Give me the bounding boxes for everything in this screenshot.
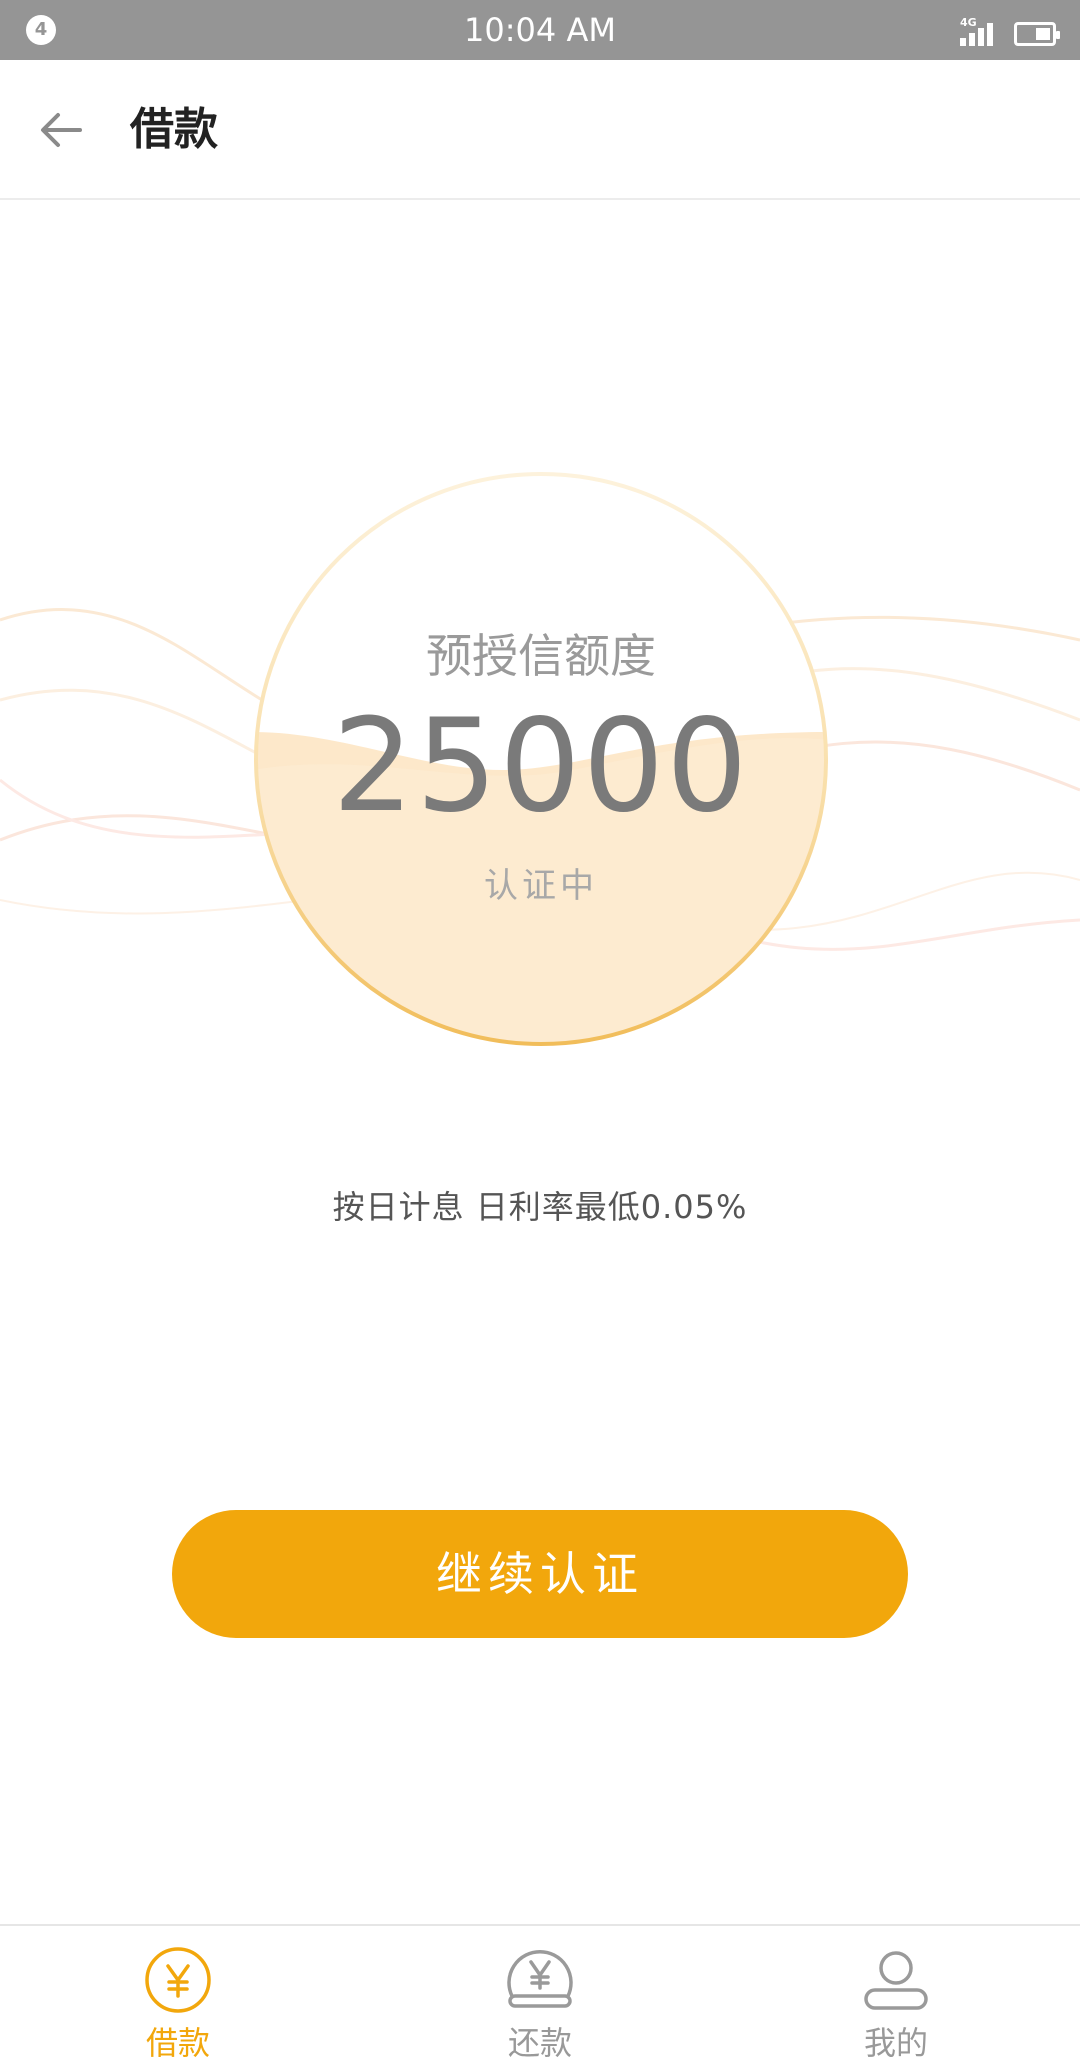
repay-coin-icon [507, 1950, 573, 2008]
network-type: 4G [960, 16, 977, 29]
credit-status: 认证中 [484, 866, 598, 906]
tab-borrow[interactable]: 借款 [78, 1926, 278, 2062]
interest-note: 按日计息 日利率最低0.05% [332, 1188, 748, 1226]
app-bar: 借款 [0, 60, 1080, 200]
tab-repay[interactable]: 还款 [440, 1926, 640, 2062]
status-icons: 4G [960, 14, 1060, 46]
status-time: 10:04 AM [464, 11, 616, 49]
credit-label: 预授信额度 [426, 629, 656, 683]
bottom-tab-bar: 借款 还款 我的 [0, 1924, 1080, 2062]
tab-repay-label: 还款 [507, 2024, 572, 2062]
user-icon [864, 1951, 928, 2010]
continue-verification-button[interactable]: 继续认证 [172, 1510, 908, 1638]
yuan-coin-icon [145, 1947, 211, 2013]
page-title: 借款 [130, 104, 218, 155]
tab-mine[interactable]: 我的 [796, 1926, 996, 2062]
signal-icon: 4G [960, 16, 1000, 46]
credit-info: 预授信额度 25000 认证中 [252, 470, 830, 1048]
tab-mine-label: 我的 [863, 2024, 928, 2062]
back-button[interactable] [30, 100, 90, 160]
status-bar: 4 10:04 AM 4G [0, 0, 1080, 60]
battery-icon [1014, 22, 1060, 46]
credit-amount: 25000 [332, 692, 750, 841]
back-arrow-icon [41, 113, 82, 147]
tab-borrow-label: 借款 [145, 2024, 210, 2062]
